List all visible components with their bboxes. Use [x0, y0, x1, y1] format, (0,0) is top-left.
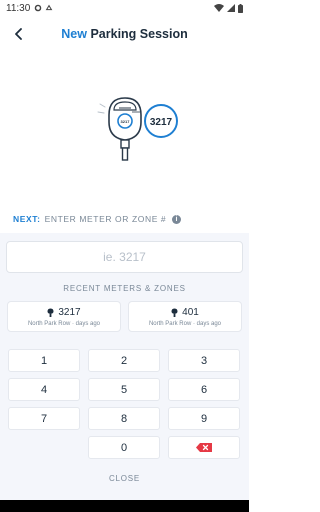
info-icon[interactable]: i: [172, 214, 182, 224]
recent-meter-number: 3217: [58, 307, 81, 318]
input-prompt: NEXT: ENTER METER OR ZONE # i: [13, 214, 182, 224]
parking-meter-icon: 3217: [97, 97, 142, 161]
back-arrow-icon: [15, 28, 22, 40]
recent-meter-card[interactable]: 401 North Park Row · days ago: [128, 301, 242, 332]
page-title: New Parking Session: [61, 27, 187, 41]
keypad-key-5[interactable]: 5: [88, 378, 160, 401]
back-button[interactable]: [9, 24, 29, 44]
next-label: NEXT:: [13, 214, 41, 224]
meter-zone-input[interactable]: [6, 241, 243, 273]
parking-meter-icon: [171, 308, 178, 317]
android-icon: [45, 4, 53, 11]
status-bar: 11:30: [0, 0, 249, 16]
keypad-key-8[interactable]: 8: [88, 407, 160, 430]
keypad-key-4[interactable]: 4: [8, 378, 80, 401]
wifi-icon: [214, 4, 224, 12]
recent-meter-time: days ago: [75, 321, 101, 327]
recent-meter-location: North Park Row: [148, 321, 192, 327]
keypad-key-3[interactable]: 3: [168, 349, 240, 372]
battery-icon: [238, 3, 243, 13]
recent-meter-location: North Park Row: [27, 321, 71, 327]
recent-meter-card[interactable]: 3217 North Park Row · days ago: [7, 301, 121, 332]
keypad-key-1[interactable]: 1: [8, 349, 80, 372]
recent-title: RECENT METERS & ZONES: [63, 284, 186, 293]
parking-meter-illustration: 3217 3217: [97, 97, 178, 161]
title-rest: Parking Session: [86, 27, 188, 41]
signal-icon: [227, 4, 235, 12]
keypad-key-2[interactable]: 2: [88, 349, 160, 372]
title-accent: New: [61, 27, 87, 41]
status-time: 11:30: [6, 2, 31, 14]
system-nav-bar: [0, 500, 249, 512]
app-header: New Parking Session: [0, 20, 249, 48]
prompt-text: ENTER METER OR ZONE #: [44, 214, 167, 224]
keypad-key-6[interactable]: 6: [168, 378, 240, 401]
recent-meter-number: 401: [182, 307, 199, 318]
recent-meter-separator: ·: [72, 321, 74, 327]
keypad-key-0[interactable]: 0: [88, 436, 160, 459]
backspace-icon: [196, 443, 212, 452]
keypad-key-7[interactable]: 7: [8, 407, 80, 430]
parking-meter-icon: [47, 308, 54, 317]
recent-meter-time: days ago: [196, 321, 222, 327]
keypad-key-9[interactable]: 9: [168, 407, 240, 430]
recent-meter-separator: ·: [193, 321, 195, 327]
meter-code: 3217: [121, 119, 131, 124]
keypad-backspace-button[interactable]: [168, 436, 240, 459]
close-button[interactable]: CLOSE: [0, 474, 249, 483]
settings-icon: [35, 4, 42, 12]
meter-number-bubble: 3217: [150, 117, 173, 128]
